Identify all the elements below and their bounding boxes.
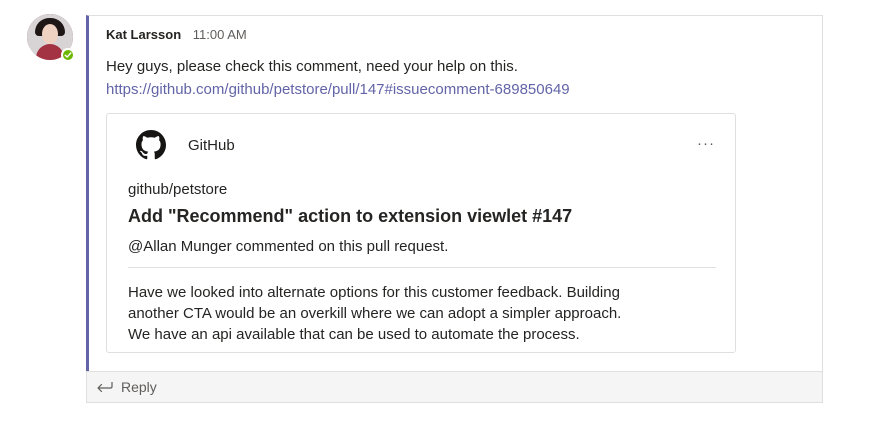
message-header: Kat Larsson 11:00 AM — [106, 27, 247, 42]
reply-arrow-icon — [97, 382, 113, 393]
pull-request-title[interactable]: Add "Recommend" action to extension view… — [128, 206, 572, 227]
card-divider — [128, 267, 716, 268]
comment-line: We have an api available that can be use… — [128, 326, 580, 343]
reply-button[interactable]: Reply — [86, 371, 823, 403]
message-link[interactable]: https://github.com/github/petstore/pull/… — [106, 81, 570, 98]
avatar[interactable] — [27, 14, 75, 62]
comment-line: Have we looked into alternate options fo… — [128, 284, 620, 301]
comment-line: another CTA would be an overkill where w… — [128, 305, 622, 322]
repo-name[interactable]: github/petstore — [128, 181, 227, 198]
author-name[interactable]: Kat Larsson — [106, 27, 181, 42]
message-text: Hey guys, please check this comment, nee… — [106, 58, 518, 75]
message-timestamp: 11:00 AM — [192, 27, 247, 42]
presence-available-icon — [61, 48, 75, 62]
reply-label: Reply — [121, 379, 157, 395]
chat-message: Kat Larsson 11:00 AM Hey guys, please ch… — [86, 15, 823, 371]
github-preview-card[interactable]: GitHub ··· github/petstore Add "Recommen… — [106, 113, 736, 353]
github-icon — [136, 130, 166, 160]
card-source-name: GitHub — [188, 137, 235, 154]
comment-body: Have we looked into alternate options fo… — [128, 282, 688, 345]
activity-text: @Allan Munger commented on this pull req… — [128, 238, 449, 255]
more-options-icon[interactable]: ··· — [697, 135, 715, 152]
